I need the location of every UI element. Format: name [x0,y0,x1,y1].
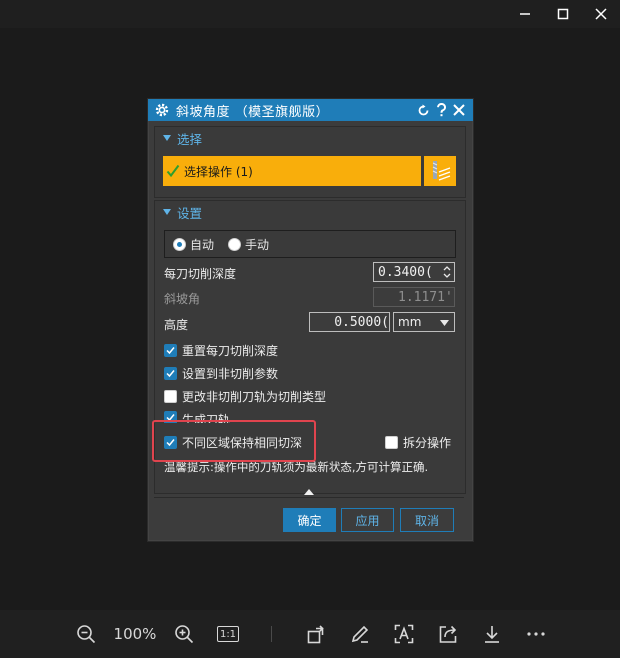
collapse-triangle-icon [163,135,171,141]
mode-radio-group: 自动 手动 [164,230,456,258]
chevron-down-icon [440,320,449,326]
radio-manual[interactable] [228,237,242,251]
select-operation-button[interactable]: 选择操作 (1) [163,156,421,186]
dialog-titlebar: 斜坡角度 （模圣旗舰版） [148,99,473,121]
share-button[interactable] [436,614,460,654]
ocr-button[interactable] [392,614,416,654]
actual-size-label: 1:1 [217,626,239,642]
select-section: 选择 选择操作 (1) [154,126,466,198]
angle-label: 斜坡角 [164,292,201,306]
download-icon [485,626,499,643]
check-set-non-cutting-label: 设置到非切削参数 [182,367,279,381]
minimize-icon [520,13,530,15]
select-operation-label: 选择操作 (1) [184,164,253,179]
actual-size-button[interactable]: 1:1 [215,614,241,654]
rotate-button[interactable] [305,614,329,654]
minimize-button[interactable] [506,0,544,28]
depth-value: 0.3400( [378,264,433,280]
more-icon [527,632,545,636]
checkbox-icon [164,344,177,357]
more-button[interactable] [524,614,548,654]
settings-section-header[interactable]: 设置 [155,201,465,223]
ramp-angle-dialog: 斜坡角度 （模圣旗舰版） 选择 选择操作 (1) 设置 自动 手动 每刀切削深度… [147,98,474,542]
collapse-triangle-icon [163,209,171,215]
unit-value: mm [398,315,422,329]
maximize-icon [557,8,569,20]
depth-label: 每刀切削深度 [164,267,237,281]
zoom-out-button[interactable] [74,614,98,654]
checkmark-icon [166,164,180,178]
rotate-icon [307,625,324,644]
spinner-icon[interactable] [443,265,451,279]
zoom-in-button[interactable] [172,614,196,654]
angle-field: 1.1171' [373,287,455,307]
height-value: 0.5000( [334,314,389,330]
download-button[interactable] [480,614,504,654]
select-tool-button[interactable] [424,156,456,186]
unit-select[interactable]: mm [393,312,455,332]
apply-button[interactable]: 应用 [341,508,394,532]
ok-button[interactable]: 确定 [283,508,336,532]
check-set-non-cutting[interactable]: 设置到非切削参数 [164,365,278,382]
close-window-button[interactable] [582,0,620,28]
select-section-title: 选择 [177,131,203,147]
edit-button[interactable] [348,614,372,654]
check-split-operation-label: 拆分操作 [403,436,452,450]
close-dialog-icon[interactable] [453,104,465,116]
dialog-title: 斜坡角度 （模圣旗舰版） [176,104,330,120]
check-reset-depth[interactable]: 重置每刀切削深度 [164,342,278,359]
checkbox-icon [385,436,398,449]
check-change-path-type[interactable]: 更改非切削刀轨为切削类型 [164,388,326,405]
reset-icon[interactable] [417,104,430,117]
expand-arrow-icon[interactable] [304,488,314,495]
cancel-button[interactable]: 取消 [400,508,454,532]
pencil-icon [351,625,369,643]
radio-auto-label: 自动 [190,237,215,252]
depth-field[interactable]: 0.3400( [373,262,455,282]
select-section-header[interactable]: 选择 [155,127,465,149]
toolbar-divider [271,626,272,642]
share-icon [439,625,457,643]
check-split-operation[interactable]: 拆分操作 [385,434,451,451]
zoom-out-icon [77,625,96,644]
radio-manual-label: 手动 [245,237,270,252]
gear-icon [155,103,169,117]
settings-section-title: 设置 [177,205,203,221]
divider [154,497,464,498]
zoom-level: 100% [113,625,157,643]
zoom-in-icon [175,625,194,644]
height-label: 高度 [164,318,189,332]
window-controls [506,0,620,28]
checkbox-icon [164,367,177,380]
height-field[interactable]: 0.5000( [309,312,390,332]
help-icon[interactable] [436,103,447,117]
text-recognition-icon [394,624,414,644]
angle-value: 1.1171' [398,289,453,305]
checkbox-icon [164,390,177,403]
close-icon [595,8,607,20]
check-change-path-type-label: 更改非切削刀轨为切削类型 [182,390,327,404]
maximize-button[interactable] [544,0,582,28]
check-reset-depth-label: 重置每刀切削深度 [182,344,279,358]
tool-path-icon [432,161,451,181]
highlight-box [152,420,316,462]
radio-auto[interactable] [173,237,186,251]
